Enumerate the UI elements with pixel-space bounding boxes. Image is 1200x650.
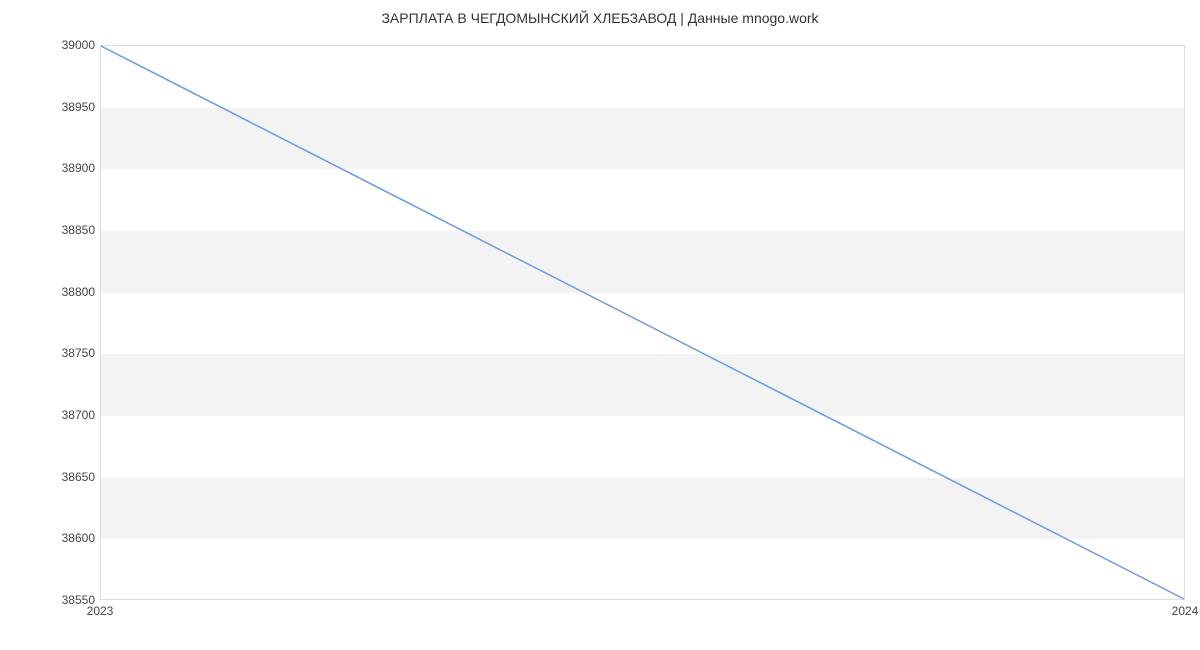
y-tick-label: 38650	[60, 470, 95, 484]
y-tick-label: 38850	[60, 223, 95, 237]
y-tick-label: 38750	[60, 346, 95, 360]
y-tick-label: 38900	[60, 161, 95, 175]
chart-title: ЗАРПЛАТА В ЧЕГДОМЫНСКИЙ ХЛЕБЗАВОД | Данн…	[0, 10, 1200, 26]
y-tick-label: 38800	[60, 285, 95, 299]
x-tick-label: 2023	[87, 604, 114, 618]
y-tick-label: 38950	[60, 100, 95, 114]
y-tick-label: 38700	[60, 408, 95, 422]
y-tick-label: 38600	[60, 531, 95, 545]
line-series	[101, 46, 1184, 599]
y-tick-label: 39000	[60, 38, 95, 52]
x-tick-label: 2024	[1172, 604, 1199, 618]
plot-area	[100, 45, 1185, 600]
